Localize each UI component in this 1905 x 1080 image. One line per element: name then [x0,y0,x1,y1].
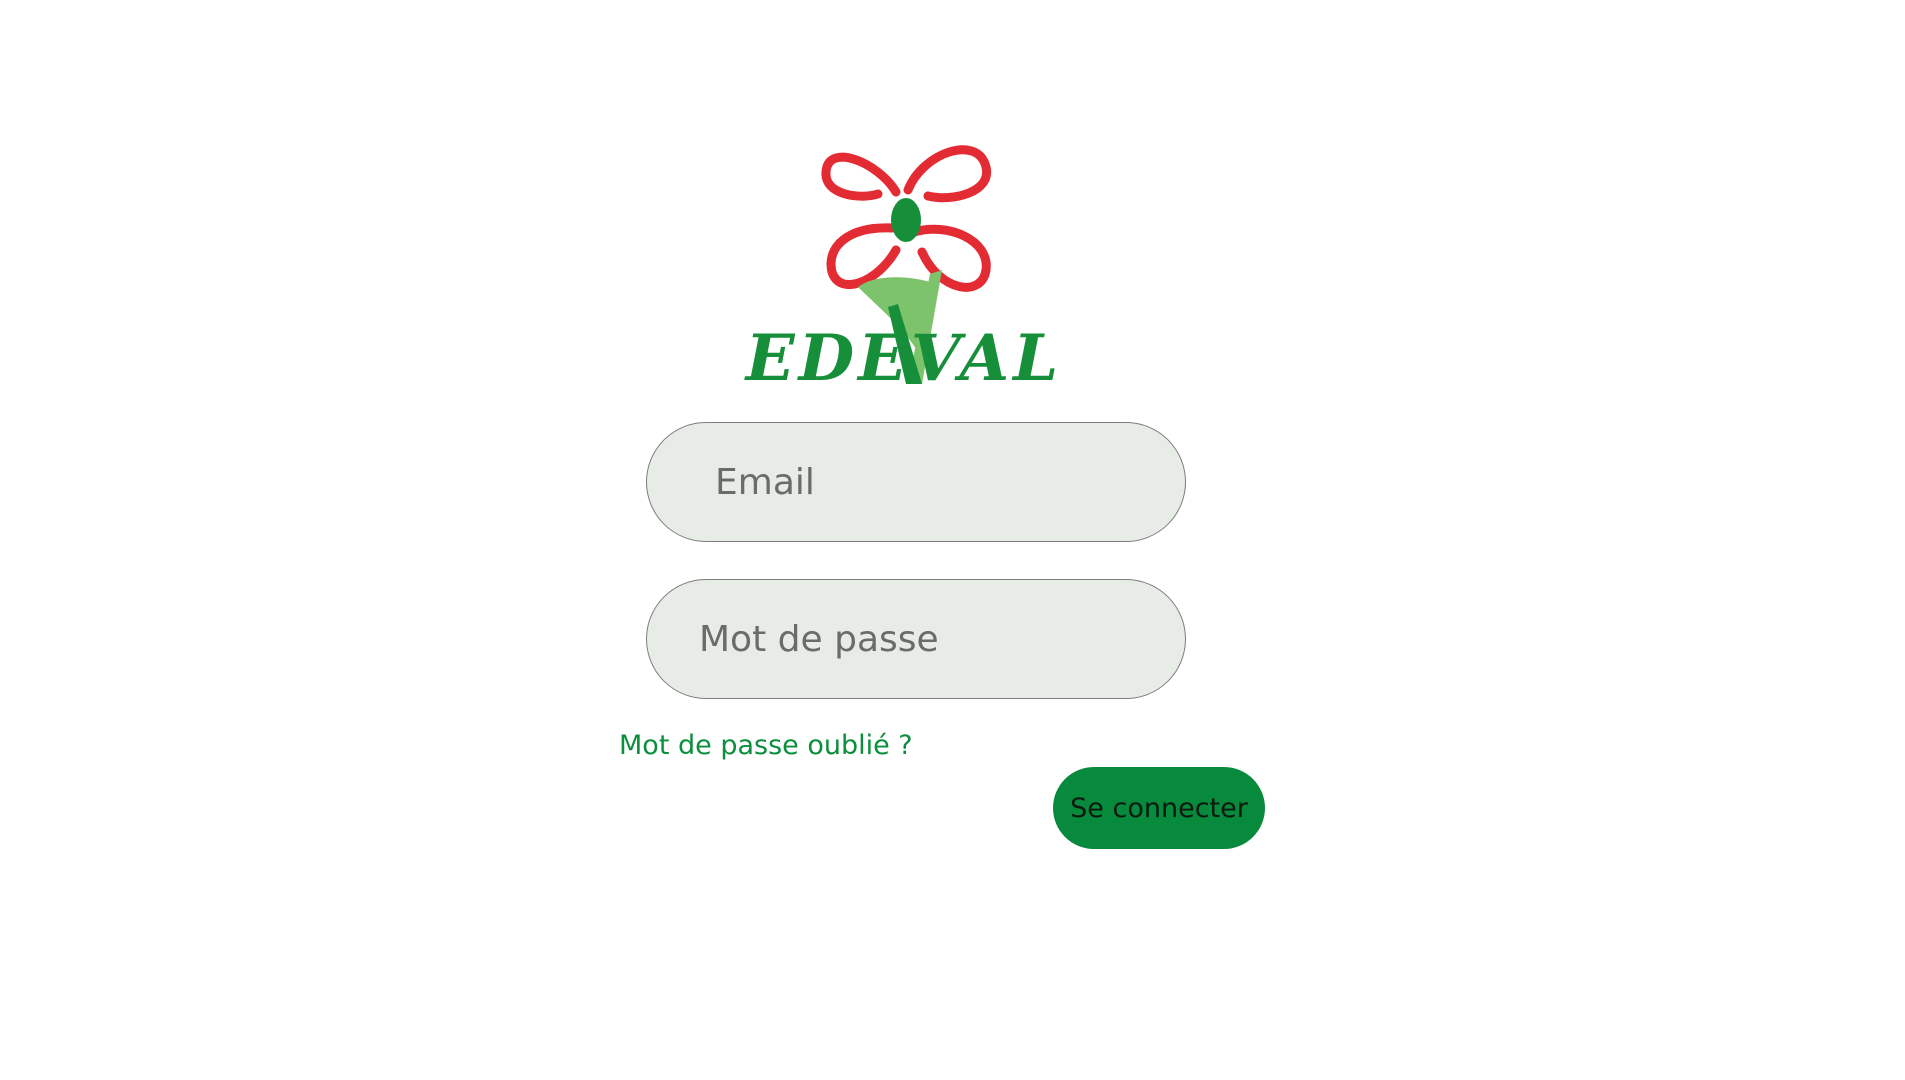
edeval-logo: EDEVAL [728,122,1080,390]
forgot-password-link[interactable]: Mot de passe oublié ? [619,730,913,761]
password-field-wrapper [646,579,1186,699]
email-field[interactable] [647,423,1185,541]
login-button[interactable]: Se connecter [1053,767,1265,849]
password-field[interactable] [647,580,1185,698]
login-page: EDEVAL Mot de passe oublié ? Se connecte… [0,0,1905,1080]
email-field-wrapper [646,422,1186,542]
logo-wordmark: EDEVAL [744,321,1062,390]
flower-logo-icon: EDEVAL [744,145,1062,390]
